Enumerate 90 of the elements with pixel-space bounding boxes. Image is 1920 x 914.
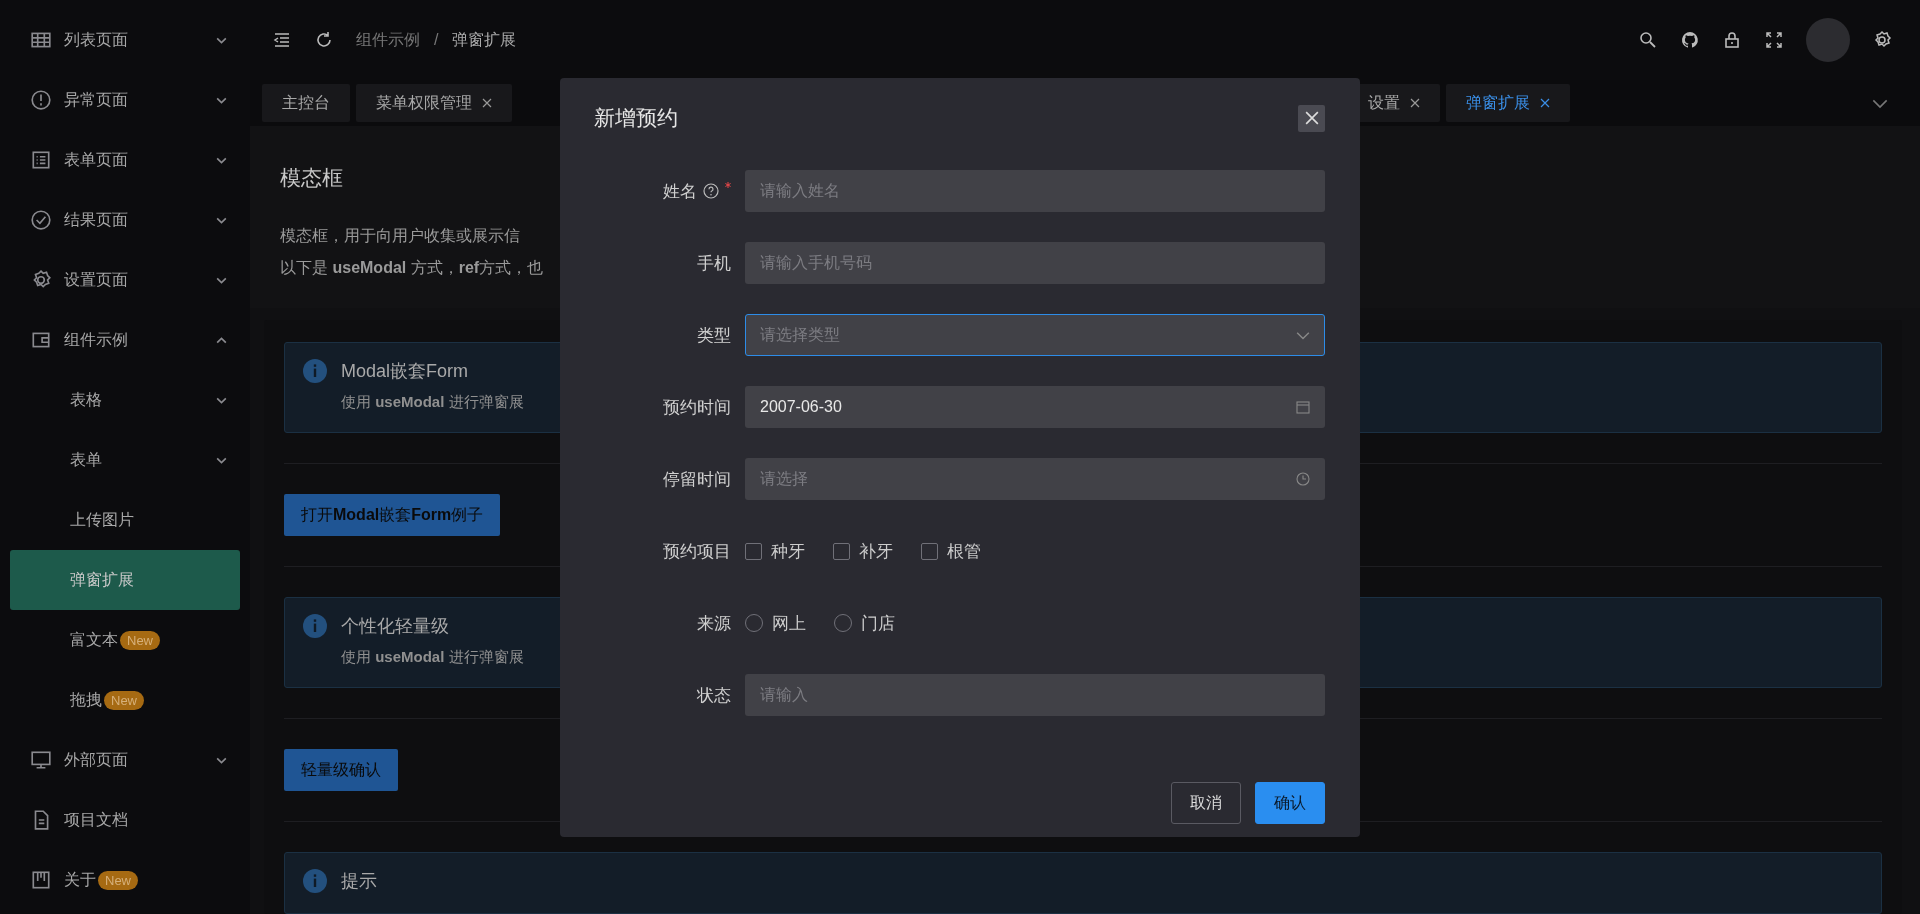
submenu-item[interactable]: 上传图片 — [10, 490, 240, 550]
menu-label: 富文本 — [70, 629, 118, 650]
submenu-item[interactable]: 拖拽 New — [10, 670, 240, 730]
new-badge: New — [104, 690, 144, 710]
menu-item[interactable]: 项目文档 — [0, 790, 250, 850]
confirm-button[interactable]: 确认 — [1255, 782, 1325, 824]
checkbox-option[interactable]: 补牙 — [833, 539, 893, 563]
menu-item[interactable]: 组件示例 — [0, 310, 250, 370]
field-label: 手机 — [697, 252, 731, 275]
page-description: 模态框，用于向用户收集或展示信 — [280, 226, 520, 246]
close-icon — [1304, 111, 1319, 125]
new-badge: New — [120, 630, 160, 650]
info-icon — [303, 614, 327, 638]
alert-title: 个性化轻量级 — [341, 615, 450, 638]
radio-option[interactable]: 门店 — [834, 611, 895, 635]
page-tab[interactable]: 弹窗扩展 — [1446, 84, 1570, 122]
alert-text: 使用 useModal 进行弹窗展 — [341, 648, 524, 667]
submenu-item[interactable]: 富文本 New — [10, 610, 240, 670]
menu-label: 上传图片 — [70, 509, 134, 530]
submenu-item[interactable]: 弹窗扩展 — [10, 550, 240, 610]
menu-item[interactable]: 设置页面 — [0, 250, 250, 310]
reload-icon[interactable] — [314, 30, 334, 50]
menu-fold-icon[interactable] — [272, 30, 292, 50]
close-icon[interactable] — [1540, 98, 1550, 108]
submenu-item[interactable]: 表格 — [10, 370, 240, 430]
info-icon — [303, 869, 327, 893]
alert-text: 使用 useModal 进行弹窗展 — [341, 393, 524, 412]
close-button[interactable] — [1298, 104, 1325, 132]
date-field[interactable]: 2007-06-30 — [745, 386, 1325, 428]
close-icon[interactable] — [482, 98, 492, 108]
page-title: 模态框 — [280, 165, 343, 191]
menu-label: 表单 — [70, 449, 102, 470]
text-field[interactable]: 请输入手机号码 — [745, 242, 1325, 284]
menu-item[interactable]: 结果页面 — [0, 190, 250, 250]
menu-label: 关于 — [64, 869, 96, 890]
checkbox-option[interactable]: 根管 — [921, 539, 981, 563]
new-badge: New — [98, 870, 138, 890]
fullscreen-icon[interactable] — [1764, 30, 1784, 50]
alert-title: Modal嵌套Form — [341, 360, 470, 383]
breadcrumb-item: / — [434, 31, 439, 49]
modal-title: 新增预约 — [594, 105, 678, 131]
text-field[interactable]: 请输入姓名 — [745, 170, 1325, 212]
checkbox-option[interactable]: 种牙 — [745, 539, 805, 563]
field-label: 来源 — [697, 612, 731, 635]
field-label: 预约项目 — [663, 540, 731, 563]
page-description: 以下是 useModal 方式，ref方式，也 — [280, 258, 544, 278]
field-label: 类型 — [697, 324, 731, 347]
menu-label: 异常页面 — [64, 89, 128, 110]
submenu-item[interactable]: 表单 — [10, 430, 240, 490]
menu-label: 列表页面 — [64, 29, 128, 50]
radio-option[interactable]: 网上 — [745, 611, 806, 635]
calendar-icon — [1296, 400, 1310, 414]
monitor-icon — [30, 749, 52, 771]
help-icon[interactable] — [703, 183, 719, 199]
menu-label: 表单页面 — [64, 149, 128, 170]
menu-item[interactable]: 关于 New — [0, 850, 250, 910]
alert-title: 提示 — [341, 870, 377, 893]
menu-label: 结果页面 — [64, 209, 128, 230]
menu-item[interactable]: 列表页面 — [0, 10, 250, 70]
menu-item[interactable]: 外部页面 — [0, 730, 250, 790]
search-icon[interactable] — [1638, 30, 1658, 50]
alert-icon — [30, 89, 52, 111]
field-label: 预约时间 — [663, 396, 731, 419]
menu-label: 组件示例 — [64, 329, 128, 350]
menu-label: 设置页面 — [64, 269, 128, 290]
settings-icon[interactable] — [1872, 30, 1892, 50]
text-field[interactable]: 请输入 — [745, 674, 1325, 716]
board-icon — [30, 869, 52, 891]
form-icon — [30, 149, 52, 171]
cat-logo-icon[interactable] — [1680, 30, 1700, 50]
menu-item[interactable]: 异常页面 — [0, 70, 250, 130]
menu-label: 表格 — [70, 389, 102, 410]
page-tab[interactable]: 主控台 — [262, 84, 350, 122]
close-icon[interactable] — [1410, 98, 1420, 108]
clock-icon — [1296, 472, 1310, 486]
menu-item[interactable]: 表单页面 — [0, 130, 250, 190]
field-label: 停留时间 — [663, 468, 731, 491]
check-icon — [30, 209, 52, 231]
info-icon — [303, 359, 327, 383]
field-label: 姓名 — [663, 180, 697, 203]
breadcrumb-item[interactable]: 组件示例 — [356, 29, 420, 51]
field-label: 状态 — [697, 684, 731, 707]
lock-icon[interactable] — [1722, 30, 1742, 50]
menu-label: 弹窗扩展 — [70, 569, 134, 590]
cancel-button[interactable]: 取消 — [1171, 782, 1241, 824]
page-tab[interactable]: 菜单权限管理 — [356, 84, 512, 122]
breadcrumb-item[interactable]: 弹窗扩展 — [452, 29, 517, 51]
menu-label: 外部页面 — [64, 749, 128, 770]
menu-label: 拖拽 — [70, 689, 102, 710]
menu-label: 项目文档 — [64, 809, 128, 830]
